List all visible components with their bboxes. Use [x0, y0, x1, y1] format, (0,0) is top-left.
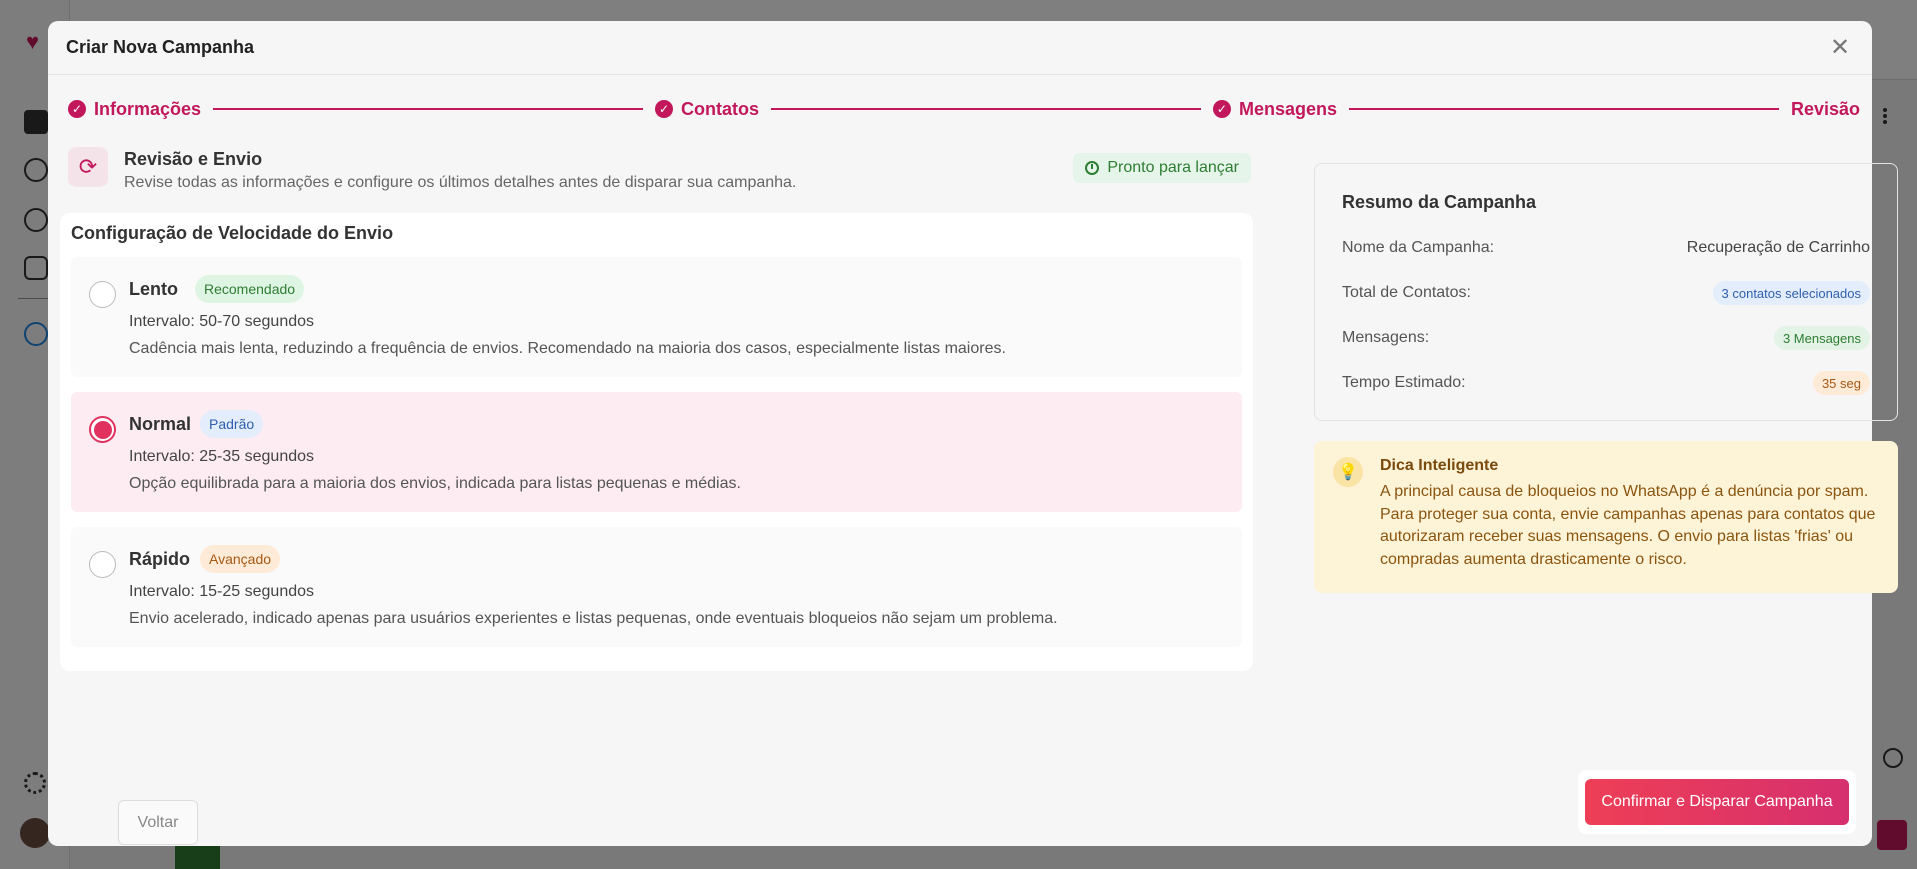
option-name: Normal [129, 414, 192, 434]
step-connector [771, 108, 1201, 110]
summary-title: Resumo da Campanha [1342, 192, 1537, 212]
step-mensagens[interactable]: ✓ Mensagens [1212, 98, 1337, 120]
advanced-badge: Avançado [200, 545, 281, 573]
default-badge: Padrão [200, 410, 264, 438]
speed-option-lento[interactable]: Lento Recomendado Intervalo: 50-70 segun… [71, 257, 1242, 377]
modal-title: Criar Nova Campanha [66, 37, 255, 57]
review-subtitle: Revise todas as informações e configure … [124, 174, 797, 191]
recommended-badge: Recomendado [195, 275, 305, 303]
summary-row-time: Tempo Estimado: 35 seg [1342, 371, 1870, 395]
option-interval: Intervalo: 25-35 segundos [129, 448, 315, 465]
check-icon: ✓ [655, 100, 673, 118]
clock-icon [1085, 161, 1100, 175]
radio-rapido[interactable] [89, 551, 116, 578]
campaign-summary: Resumo da Campanha Nome da Campanha: Rec… [1314, 163, 1898, 421]
tip-title: Dica Inteligente [1380, 457, 1499, 474]
modal-header: Criar Nova Campanha ✕ [48, 21, 1872, 75]
estimated-time-badge: 35 seg [1812, 371, 1870, 395]
review-header: ⟳ Revisão e Envio Revise todas as inform… [68, 147, 1251, 217]
confirm-launch-button[interactable]: Confirmar e Disparar Campanha [1585, 779, 1849, 825]
step-revisao[interactable]: Revisão [1791, 99, 1860, 120]
contacts-count-badge: 3 contatos selecionados [1712, 281, 1870, 305]
step-contatos[interactable]: ✓ Contatos [655, 99, 759, 120]
option-description: Envio acelerado, indicado apenas para us… [129, 610, 1058, 627]
lightbulb-icon: 💡 [1333, 457, 1363, 487]
review-title: Revisão e Envio [124, 149, 263, 169]
tip-text: A principal causa de bloqueios no WhatsA… [1380, 483, 1876, 568]
speed-option-normal[interactable]: Normal Padrão Intervalo: 25-35 segundos … [71, 392, 1242, 512]
step-connector [1349, 108, 1779, 110]
option-interval: Intervalo: 50-70 segundos [129, 313, 315, 330]
speed-config-panel: Configuração de Velocidade do Envio Lent… [60, 213, 1253, 671]
option-name: Lento [129, 279, 178, 299]
summary-row-name: Nome da Campanha: Recuperação de Carrinh… [1342, 236, 1870, 260]
speed-option-rapido[interactable]: Rápido Avançado Intervalo: 15-25 segundo… [71, 527, 1242, 647]
summary-row-messages: Mensagens: 3 Mensagens [1342, 326, 1870, 350]
step-label: Contatos [681, 98, 759, 119]
check-icon: ✓ [68, 100, 86, 118]
status-badge: Pronto para lançar [1073, 153, 1251, 183]
smart-tip: 💡 Dica Inteligente A principal causa de … [1314, 441, 1898, 593]
step-label: Informações [94, 98, 202, 119]
option-name: Rápido [129, 549, 190, 569]
messages-count-badge: 3 Mensagens [1773, 326, 1870, 350]
summary-row-contacts: Total de Contatos: 3 contatos selecionad… [1342, 281, 1870, 305]
option-interval: Intervalo: 15-25 segundos [129, 583, 315, 600]
step-label: Revisão [1790, 98, 1860, 119]
step-label: Mensagens [1238, 98, 1337, 119]
stepper: ✓ Informações ✓ Contatos ✓ Mensagens Rev… [68, 94, 1860, 124]
status-label: Pronto para lançar [1107, 159, 1239, 176]
confirm-button-highlight: Confirmar e Disparar Campanha [1578, 770, 1856, 834]
summary-label: Mensagens: [1342, 329, 1430, 346]
summary-value: Recuperação de Carrinho [1686, 239, 1870, 256]
step-informacoes[interactable]: ✓ Informações [68, 99, 201, 120]
radio-lento[interactable] [89, 281, 116, 308]
radio-normal[interactable] [89, 416, 116, 443]
speed-config-title: Configuração de Velocidade do Envio [71, 223, 394, 243]
option-description: Opção equilibrada para a maioria dos env… [129, 475, 741, 492]
summary-label: Total de Contatos: [1342, 284, 1471, 301]
step-connector [213, 108, 643, 110]
back-button[interactable]: Voltar [118, 800, 198, 845]
refresh-icon: ⟳ [68, 147, 108, 187]
summary-label: Nome da Campanha: [1342, 239, 1495, 256]
check-icon: ✓ [1212, 100, 1231, 118]
option-description: Cadência mais lenta, reduzindo a frequên… [129, 340, 1006, 357]
summary-label: Tempo Estimado: [1342, 374, 1466, 391]
close-icon[interactable]: ✕ [1826, 34, 1854, 62]
